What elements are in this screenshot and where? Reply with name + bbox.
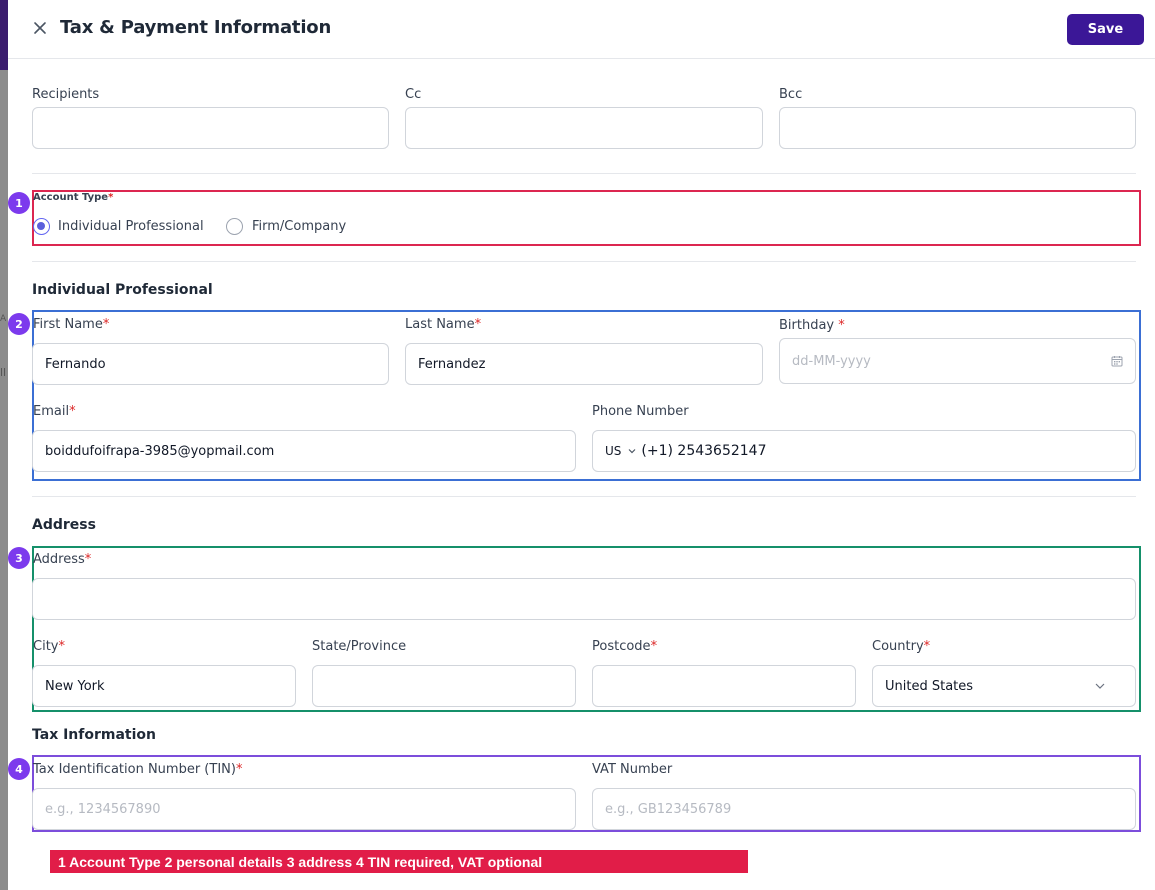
postcode-label: Postcode* (592, 639, 658, 654)
state-input[interactable] (312, 665, 576, 707)
email-label: Email* (33, 404, 76, 419)
postcode-input[interactable] (592, 665, 856, 707)
address-input[interactable] (32, 578, 1136, 620)
section-title-tax: Tax Information (32, 727, 156, 743)
recipients-label: Recipients (32, 87, 100, 102)
radio-individual-professional[interactable] (33, 218, 50, 235)
radio-label-firm: Firm/Company (252, 219, 347, 234)
phone-country-select[interactable]: US (605, 444, 621, 458)
account-type-label: Account Type* (33, 192, 114, 203)
chevron-down-icon (1095, 683, 1105, 689)
birthday-input[interactable]: dd-MM-yyyy (779, 338, 1136, 384)
save-button[interactable]: Save (1067, 14, 1144, 45)
chevron-down-icon (628, 449, 636, 454)
city-input[interactable]: New York (32, 665, 296, 707)
last-name-label: Last Name* (405, 317, 482, 332)
annotation-badge: 3 (8, 547, 30, 569)
section-title-individual: Individual Professional (32, 282, 213, 298)
state-label: State/Province (312, 639, 407, 654)
divider (32, 496, 1136, 497)
bcc-label: Bcc (779, 87, 803, 102)
vat-input[interactable]: e.g., GB123456789 (592, 788, 1136, 830)
first-name-input[interactable]: Fernando (32, 343, 389, 385)
radio-label-individual: Individual Professional (58, 219, 204, 234)
country-selected-value: United States (885, 678, 974, 694)
background-app-header (0, 0, 8, 70)
vat-label: VAT Number (592, 762, 673, 777)
cc-input[interactable] (405, 107, 763, 149)
annotation-badge: 1 (8, 192, 30, 214)
country-label: Country* (872, 639, 931, 654)
phone-number-value: (+1) 2543652147 (641, 443, 767, 459)
birthday-label: Birthday * (779, 318, 845, 333)
vat-placeholder: e.g., GB123456789 (605, 801, 732, 817)
email-input[interactable]: boiddufoifrapa-3985@yopmail.com (32, 430, 576, 472)
address-label: Address* (33, 552, 92, 567)
city-label: City* (33, 639, 65, 654)
section-title-address: Address (32, 517, 96, 533)
divider (32, 261, 1136, 262)
bcc-input[interactable] (779, 107, 1136, 149)
recipients-input[interactable] (32, 107, 389, 149)
radio-firm-company[interactable] (226, 218, 243, 235)
close-icon[interactable] (32, 20, 48, 36)
cc-label: Cc (405, 87, 422, 102)
background-app-strip (0, 0, 8, 890)
tin-input[interactable]: e.g., 1234567890 (32, 788, 576, 830)
calendar-icon[interactable] (1111, 355, 1123, 367)
first-name-label: First Name* (33, 317, 110, 332)
annotation-badge: 4 (8, 758, 30, 780)
background-fragment: ll (0, 366, 7, 379)
background-fragment: A (0, 314, 7, 324)
annotation-box-account-type (32, 190, 1141, 246)
annotation-badge: 2 (8, 313, 30, 335)
tin-label: Tax Identification Number (TIN)* (33, 762, 243, 777)
last-name-input[interactable]: Fernandez (405, 343, 763, 385)
divider (32, 173, 1136, 174)
phone-label: Phone Number (592, 404, 689, 419)
phone-input[interactable]: US (+1) 2543652147 (592, 430, 1136, 472)
birthday-placeholder: dd-MM-yyyy (792, 353, 871, 369)
annotation-legend: 1 Account Type 2 personal details 3 addr… (50, 850, 748, 873)
page-title: Tax & Payment Information (60, 17, 332, 38)
tin-placeholder: e.g., 1234567890 (45, 801, 161, 817)
